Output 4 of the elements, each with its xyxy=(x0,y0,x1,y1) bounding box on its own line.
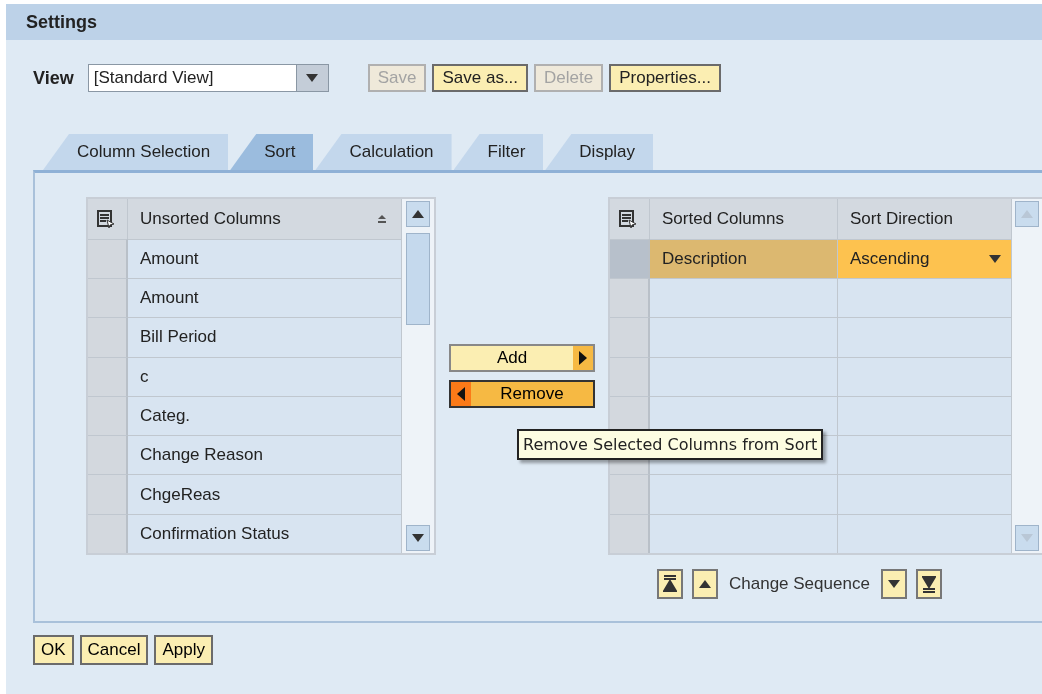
change-sequence-label: Change Sequence xyxy=(729,574,870,594)
window-title: Settings xyxy=(26,11,97,33)
view-label: View xyxy=(33,67,74,89)
tooltip: Remove Selected Columns from Sort xyxy=(517,429,824,460)
